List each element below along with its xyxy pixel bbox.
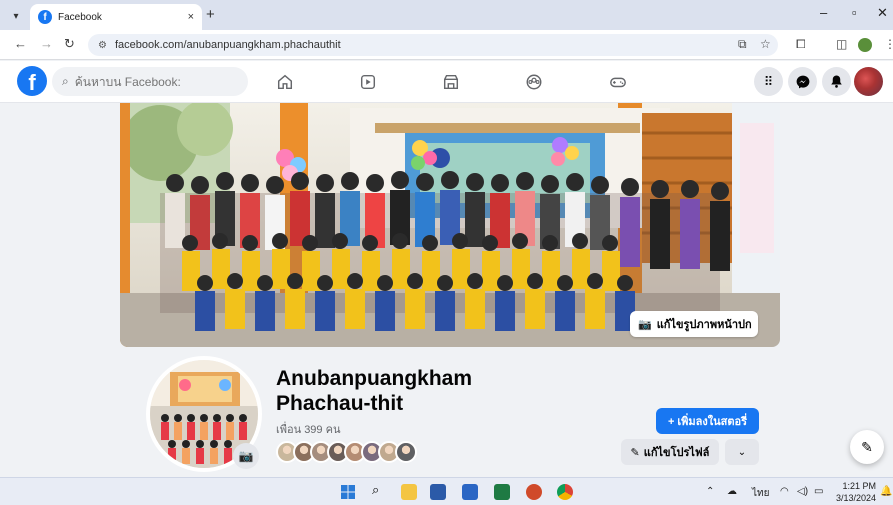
windows-taskbar: ⌕ ⌃ ☁ ไทย ◠ ◁) ▭ 1:21 PM 3/13/2024 🔔 (0, 477, 893, 505)
file-explorer-icon[interactable] (401, 484, 417, 500)
notification-bell-icon[interactable]: 🔔 (880, 486, 892, 497)
side-panel-icon[interactable]: ◫ (836, 37, 847, 51)
store-icon[interactable] (430, 484, 446, 500)
bookmark-star-icon[interactable]: ☆ (760, 37, 771, 51)
taskbar-search-icon[interactable]: ⌕ (372, 482, 388, 498)
browser-toolbar: ← → ↻ ⚙ facebook.com/anubanpuangkham.pha… (0, 30, 893, 60)
search-icon: ⌕ (62, 74, 69, 88)
clock-date: 3/13/2024 (836, 493, 877, 503)
marketplace-icon[interactable] (439, 71, 463, 93)
edit-cover-photo-button[interactable]: 📷 แก้ไขรูปภาพหน้าปก (630, 311, 758, 337)
messenger-icon[interactable] (788, 67, 817, 96)
wifi-icon[interactable]: ◠ (780, 486, 789, 497)
forward-arrow-icon[interactable]: → (40, 36, 53, 51)
friends-count[interactable]: เพื่อน 399 คน (276, 420, 340, 438)
restore-button[interactable]: ▫ (852, 5, 857, 20)
friend-avatars[interactable] (276, 441, 417, 465)
input-language[interactable]: ไทย (752, 486, 769, 501)
facebook-logo-icon[interactable]: f (17, 66, 47, 96)
edit-profile-button[interactable]: ✎ แก้ไขโปรไฟล์ (621, 439, 719, 465)
profile-name-line2: Phachau-thit (276, 392, 404, 415)
page-title: Anubanpuangkham Phachau-thit (276, 366, 536, 416)
more-options-button[interactable]: ⌄ (725, 439, 759, 465)
windows-start-icon[interactable] (340, 484, 356, 500)
add-to-story-button[interactable]: + เพิ่มลงในสตอรี่ (656, 408, 759, 434)
chrome-menu-icon[interactable]: ⋮ (884, 37, 893, 51)
gaming-icon[interactable] (606, 71, 630, 93)
notifications-icon[interactable] (822, 67, 851, 96)
home-icon[interactable] (273, 71, 297, 93)
clock-time: 1:21 PM (842, 481, 876, 491)
groups-icon[interactable] (522, 71, 546, 93)
edit-cover-label: แก้ไขรูปภาพหน้าปก (656, 319, 752, 331)
tab-close-icon[interactable]: × (188, 11, 194, 23)
profile-name-line1: Anubanpuangkham (276, 367, 473, 390)
facebook-search[interactable]: ⌕ (52, 67, 248, 96)
close-window-button[interactable]: ✕ (877, 5, 888, 21)
extensions-icon[interactable]: ⧠ (796, 37, 806, 52)
address-bar[interactable]: ⚙ facebook.com/anubanpuangkham.phachauth… (88, 34, 778, 56)
facebook-search-input[interactable] (74, 74, 225, 89)
install-app-icon[interactable]: ⧉ (738, 37, 747, 52)
menu-grid-icon[interactable]: ⠿ (754, 67, 783, 96)
friend-avatar[interactable] (395, 441, 417, 463)
system-clock[interactable]: 1:21 PM 3/13/2024 (836, 480, 876, 504)
camera-icon: 📷 (638, 318, 652, 331)
update-profile-picture-camera-icon[interactable]: 📷 (233, 443, 259, 469)
chrome-profile-avatar[interactable] (858, 38, 872, 52)
volume-icon[interactable]: ◁) (797, 486, 808, 497)
browser-tab-facebook[interactable]: f Facebook × (30, 4, 202, 30)
reload-icon[interactable]: ↻ (64, 36, 75, 52)
tab-search-chevron-icon[interactable]: ▾ (8, 8, 24, 24)
new-message-compose-icon[interactable]: ✎ (850, 430, 884, 464)
cloud-icon[interactable]: ☁ (727, 486, 737, 497)
new-tab-button[interactable]: + (206, 6, 215, 23)
chrome-icon[interactable] (557, 484, 573, 500)
account-avatar[interactable] (854, 67, 883, 96)
facebook-header: f ⌕ ⠿ (0, 61, 893, 103)
video-icon[interactable] (356, 71, 380, 93)
browser-tab-strip: ▾ f Facebook × + – ▫ ✕ (0, 0, 893, 30)
back-arrow-icon[interactable]: ← (14, 36, 27, 51)
facebook-favicon-icon: f (38, 10, 52, 24)
url-text: facebook.com/anubanpuangkham.phachauthit (114, 39, 341, 51)
edit-profile-label: แก้ไขโปรไฟล์ (643, 447, 710, 459)
minimize-button[interactable]: – (820, 5, 827, 20)
site-info-icon[interactable]: ⚙ (98, 40, 107, 51)
excel-icon[interactable] (494, 484, 510, 500)
tab-title: Facebook (58, 11, 102, 23)
word-icon[interactable] (462, 484, 478, 500)
pencil-icon: ✎ (630, 446, 640, 459)
show-hidden-icons-chevron-icon[interactable]: ⌃ (706, 486, 714, 497)
battery-icon[interactable]: ▭ (814, 486, 823, 497)
powerpoint-icon[interactable] (526, 484, 542, 500)
